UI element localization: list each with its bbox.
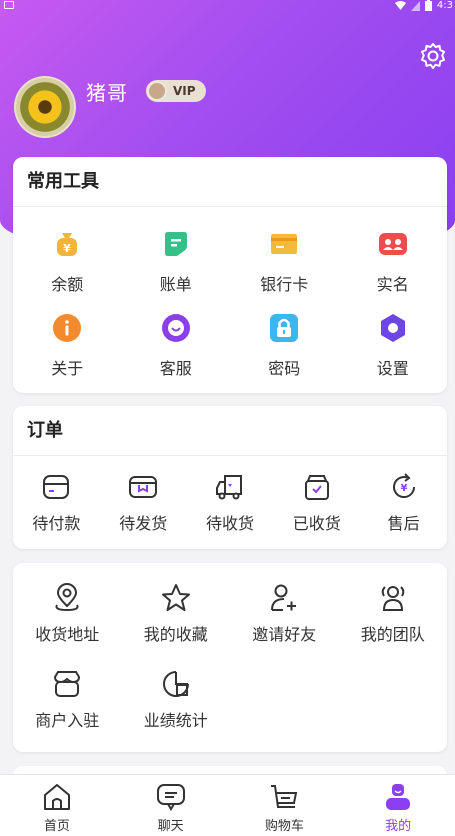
service-label: 商户入驻: [35, 711, 100, 730]
tool-label: 密码: [268, 359, 301, 378]
tab-label: 我的: [385, 819, 412, 834]
location-icon: [55, 583, 79, 612]
svg-text:¥: ¥: [400, 483, 407, 494]
services-card: 收货地址 我的收藏 邀请好友 我的团队 商户入驻 业绩统计: [13, 563, 447, 752]
add-user-icon: [271, 584, 297, 611]
profile-icon: [386, 784, 411, 810]
settings-icon: [380, 314, 405, 342]
status-bar: 4:3: [0, 0, 455, 14]
service-label: 我的团队: [360, 625, 425, 644]
avatar[interactable]: [14, 76, 76, 138]
service-stats[interactable]: 业绩统计: [122, 669, 231, 731]
info-icon: [53, 314, 82, 342]
tool-password[interactable]: 密码: [230, 313, 339, 379]
home-icon: [43, 784, 70, 810]
tool-label: 银行卡: [260, 275, 309, 294]
bank-card-icon: [271, 234, 298, 254]
vip-badge: VIP: [146, 80, 206, 102]
tool-about[interactable]: 关于: [13, 313, 122, 379]
service-address[interactable]: 收货地址: [13, 583, 122, 645]
order-received[interactable]: 已收货: [273, 472, 360, 534]
tool-label: 账单: [159, 275, 192, 294]
service-label: 业绩统计: [143, 711, 208, 730]
tool-customer-service[interactable]: 客服: [122, 313, 231, 379]
orders-card: 订单 待付款 待发货 待收货 已收货 ¥ 售后: [13, 406, 447, 549]
tab-label: 聊天: [157, 819, 184, 834]
tool-label: 余额: [51, 275, 84, 294]
vip-medal-icon: [147, 81, 167, 101]
signal-icon: [410, 0, 420, 11]
order-label: 已收货: [292, 514, 341, 533]
customer-service-icon: [161, 314, 190, 342]
status-time: 4:3: [436, 0, 453, 11]
bottom-tab-bar: 首页 聊天 购物车 我的: [0, 774, 455, 836]
team-icon: [381, 586, 405, 611]
vip-label: VIP: [173, 84, 196, 98]
service-label: 我的收藏: [143, 625, 208, 644]
box-check-icon: [304, 475, 329, 500]
tool-balance[interactable]: ¥ 余额: [13, 229, 122, 295]
order-label: 待发货: [119, 514, 168, 533]
tool-label: 客服: [159, 359, 192, 378]
chat-icon: [156, 784, 185, 811]
tools-card: 常用工具 ¥ 余额 账单 银行卡 实名 关于 客服 密码 设置: [13, 157, 447, 393]
tab-mine[interactable]: 我的: [341, 775, 455, 836]
truck-icon: [215, 475, 242, 500]
order-label: 售后: [387, 514, 420, 533]
order-label: 待付款: [32, 514, 81, 533]
tool-label: 设置: [376, 359, 409, 378]
tab-label: 首页: [43, 819, 70, 834]
service-favorites[interactable]: 我的收藏: [122, 583, 231, 645]
tab-home[interactable]: 首页: [0, 775, 114, 836]
orders-title: 订单: [13, 406, 447, 456]
tools-title: 常用工具: [13, 157, 447, 207]
wallet-icon: [43, 475, 70, 499]
order-after-sales[interactable]: ¥ 售后: [360, 472, 447, 534]
tool-label: 实名: [376, 275, 409, 294]
star-icon: [161, 584, 190, 611]
tab-chat[interactable]: 聊天: [114, 775, 228, 836]
id-card-icon: [378, 233, 407, 255]
package-icon: [129, 476, 158, 498]
service-merchant[interactable]: 商户入驻: [13, 669, 122, 731]
service-label: 收货地址: [35, 625, 100, 644]
lock-icon: [270, 314, 299, 342]
bill-icon: [164, 232, 187, 256]
stats-icon: [162, 671, 189, 697]
wifi-icon: [394, 0, 406, 10]
tool-settings[interactable]: 设置: [339, 313, 448, 379]
tab-label: 购物车: [264, 819, 304, 834]
service-label: 邀请好友: [252, 625, 317, 644]
order-pending-payment[interactable]: 待付款: [13, 472, 100, 534]
tool-bill[interactable]: 账单: [122, 229, 231, 295]
tool-real-name[interactable]: 实名: [339, 229, 448, 295]
shop-icon: [54, 671, 81, 697]
svg-text:¥: ¥: [63, 242, 71, 255]
money-bag-icon: ¥: [57, 233, 78, 256]
username: 猪哥: [86, 81, 128, 105]
order-label: 待收货: [205, 514, 254, 533]
cart-icon: [271, 785, 298, 808]
gear-icon[interactable]: [419, 42, 447, 70]
order-pending-shipment[interactable]: 待发货: [100, 472, 187, 534]
battery-icon: [424, 0, 432, 11]
service-team[interactable]: 我的团队: [339, 583, 448, 645]
service-invite[interactable]: 邀请好友: [230, 583, 339, 645]
order-pending-receipt[interactable]: 待收货: [187, 472, 274, 534]
tool-label: 关于: [51, 359, 84, 378]
refund-icon: ¥: [392, 473, 415, 499]
notification-icon: [4, 1, 14, 9]
tab-cart[interactable]: 购物车: [228, 775, 342, 836]
tool-bank-card[interactable]: 银行卡: [230, 229, 339, 295]
